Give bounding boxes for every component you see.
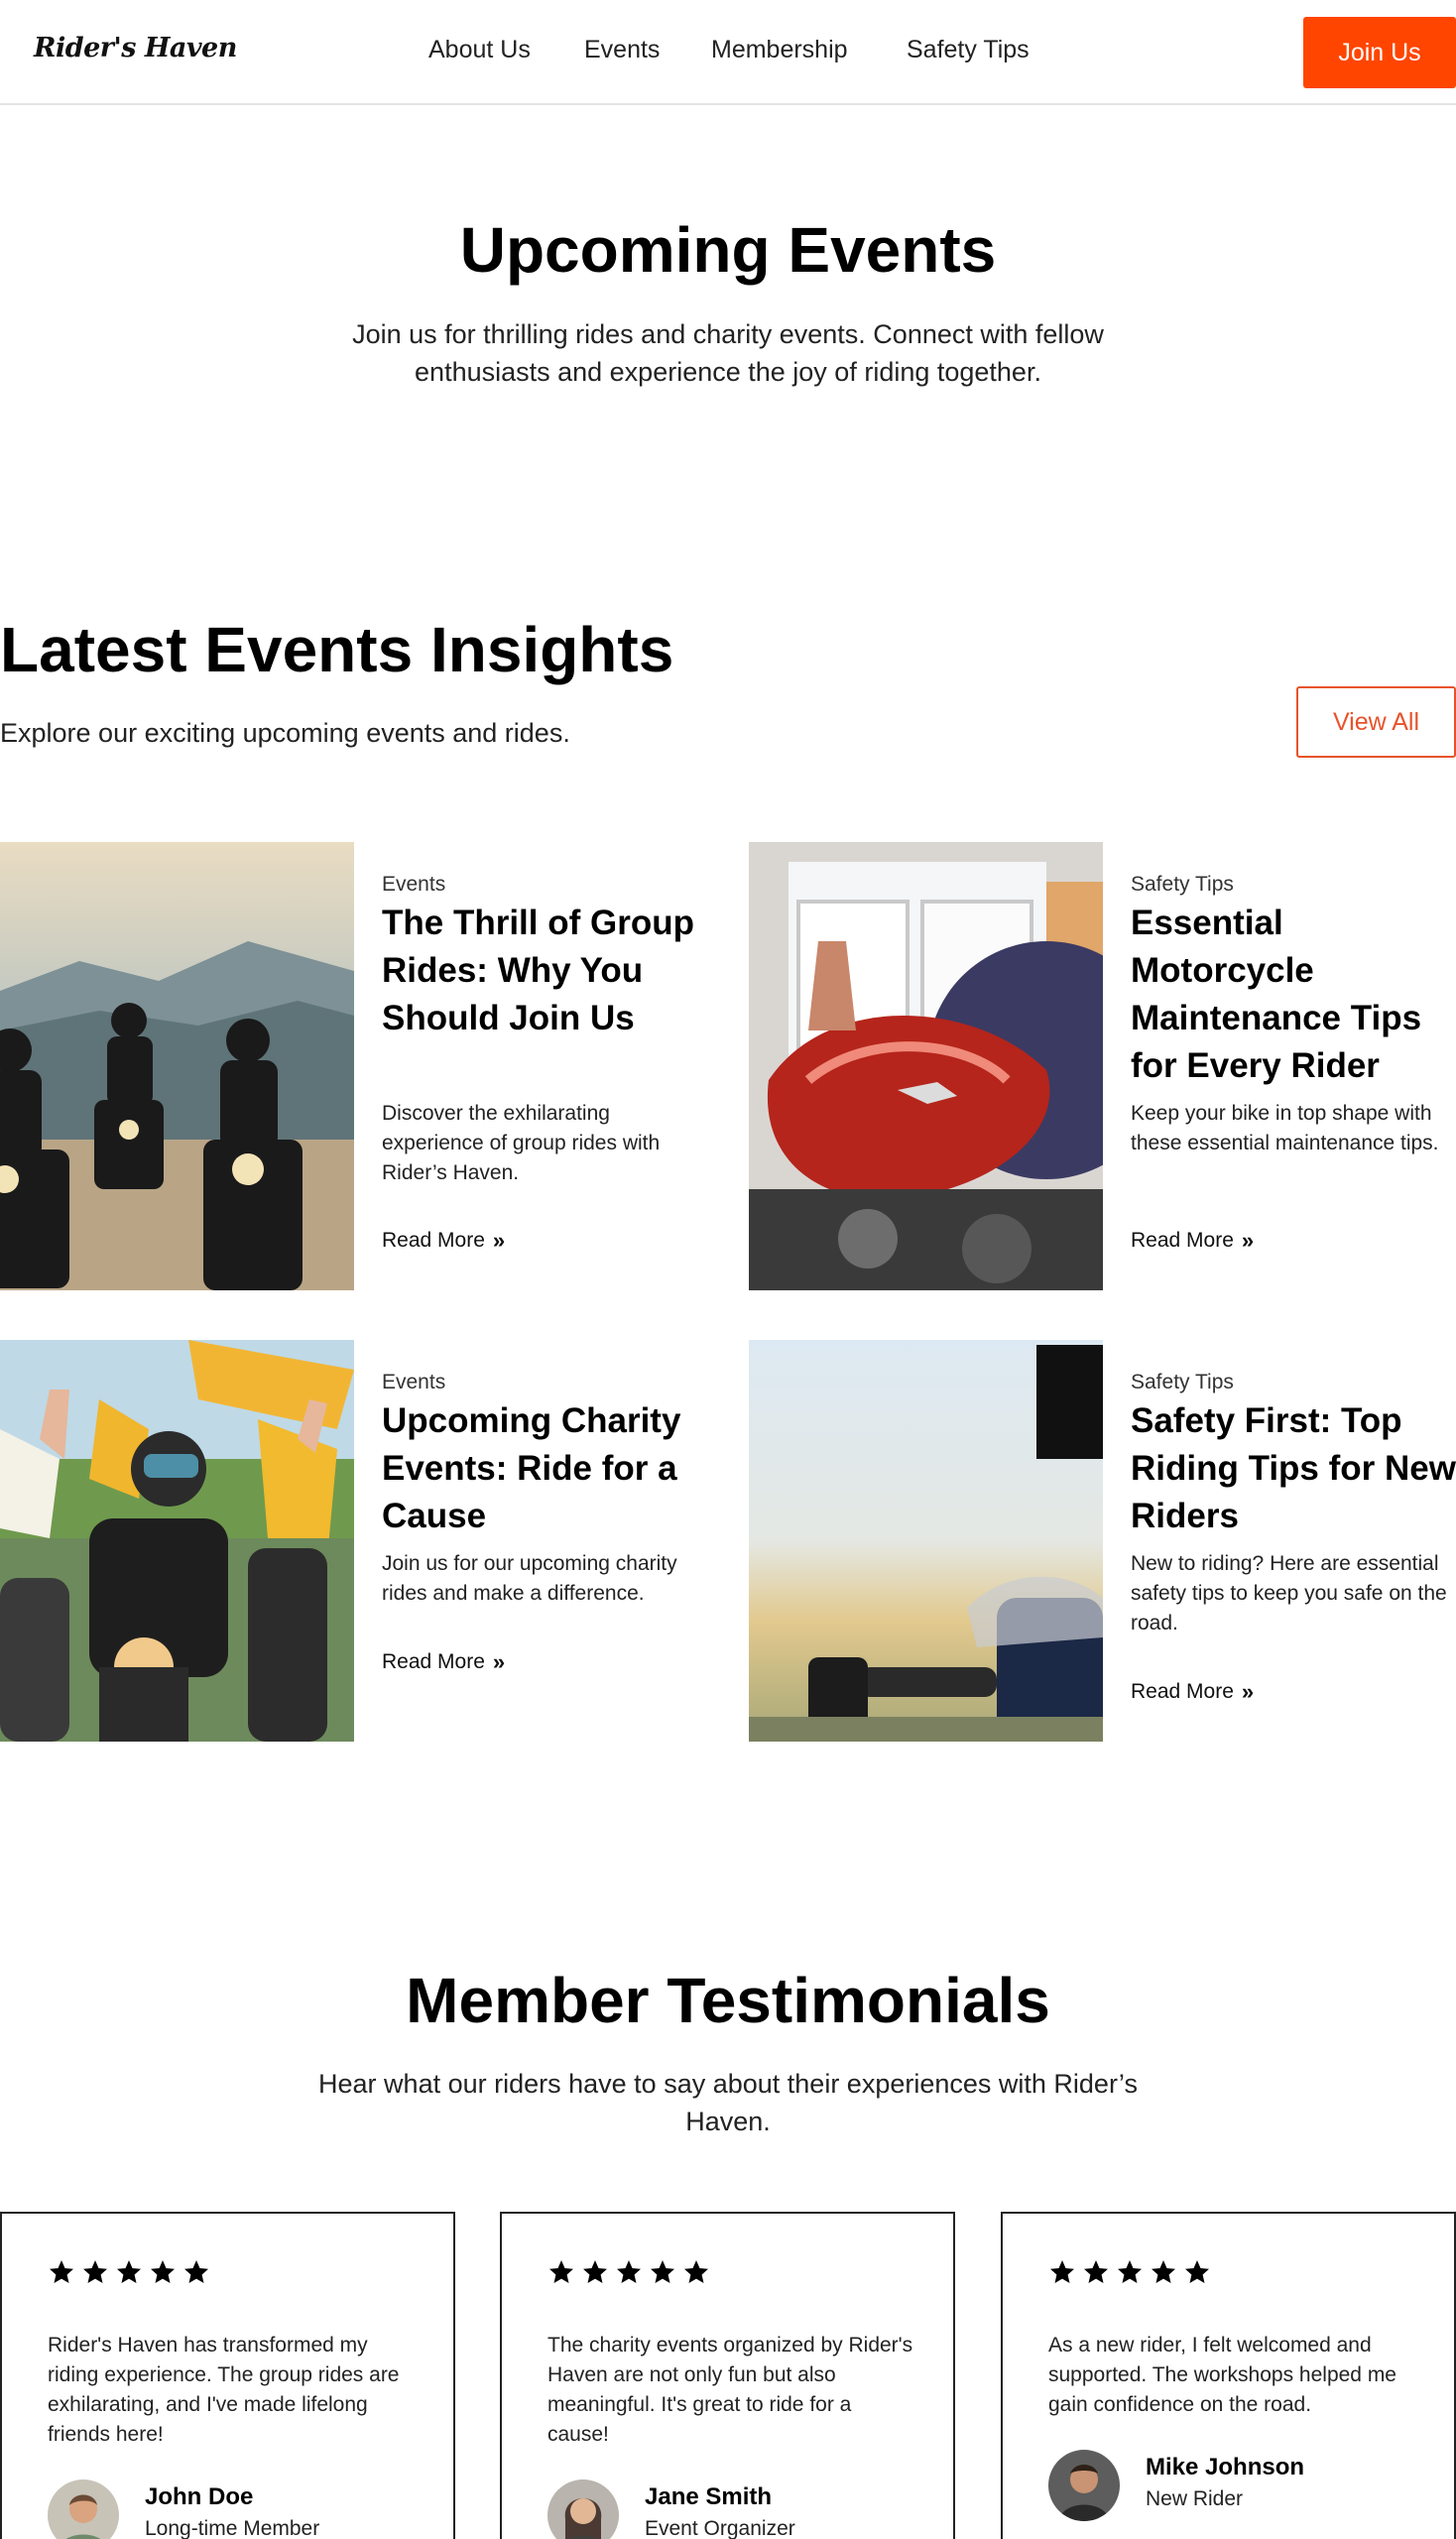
testimonial-name: John Doe xyxy=(145,2483,254,2510)
chevron-double-right-icon: » xyxy=(1241,1228,1255,1253)
star-icon xyxy=(549,2260,573,2283)
star-icon xyxy=(1185,2260,1209,2283)
testimonial-role: Event Organizer xyxy=(645,2517,795,2539)
rating-stars xyxy=(48,2258,210,2286)
testimonial-name: Jane Smith xyxy=(645,2483,773,2510)
nav-about-us[interactable]: About Us xyxy=(428,36,531,64)
site-header: Rider's Haven About Us Events Membership… xyxy=(0,0,1456,105)
read-more-link[interactable]: Read More » xyxy=(1131,1228,1254,1254)
main-nav: About Us Events Membership Safety Tips xyxy=(0,36,1456,69)
card-title[interactable]: Essential Motorcycle Maintenance Tips fo… xyxy=(1131,900,1456,1090)
chevron-double-right-icon: » xyxy=(1241,1679,1255,1704)
nav-membership[interactable]: Membership xyxy=(711,36,848,64)
star-icon xyxy=(1084,2260,1108,2283)
card-image-motorcycle-tank[interactable] xyxy=(749,842,1103,1290)
testimonial-card: As a new rider, I felt welcomed and supp… xyxy=(1001,2212,1456,2539)
star-icon xyxy=(1118,2260,1142,2283)
nav-events[interactable]: Events xyxy=(584,36,660,64)
card-description: New to riding? Here are essential safety… xyxy=(1131,1552,1447,1634)
card-title[interactable]: Upcoming Charity Events: Ride for a Caus… xyxy=(382,1397,709,1540)
card-description: Discover the exhilarating experience of … xyxy=(382,1102,661,1184)
star-icon xyxy=(583,2260,607,2283)
testimonial-role: Long-time Member xyxy=(145,2517,320,2539)
star-icon xyxy=(184,2260,208,2283)
read-more-link[interactable]: Read More » xyxy=(382,1649,505,1675)
nav-safety-tips[interactable]: Safety Tips xyxy=(907,36,1030,64)
testimonial-card: The charity events organized by Rider's … xyxy=(500,2212,955,2539)
rating-stars xyxy=(1048,2258,1211,2286)
testimonial-quote: As a new rider, I felt welcomed and supp… xyxy=(1048,2334,1396,2416)
insights-title: Latest Events Insights xyxy=(0,614,674,685)
read-more-label: Read More xyxy=(1131,1229,1234,1252)
view-all-button[interactable]: View All xyxy=(1296,686,1456,758)
star-icon xyxy=(151,2260,175,2283)
insights-subtitle: Explore our exciting upcoming events and… xyxy=(0,718,570,748)
rating-stars xyxy=(547,2258,710,2286)
star-icon xyxy=(83,2260,107,2283)
card-title[interactable]: The Thrill of Group Rides: Why You Shoul… xyxy=(382,900,709,1042)
chevron-double-right-icon: » xyxy=(492,1228,506,1253)
avatar xyxy=(547,2479,619,2539)
star-icon xyxy=(651,2260,674,2283)
avatar xyxy=(48,2479,119,2539)
read-more-label: Read More xyxy=(382,1650,485,1673)
card-image-group-ride[interactable] xyxy=(0,842,354,1290)
read-more-link[interactable]: Read More » xyxy=(382,1228,505,1254)
testimonial-quote: Rider's Haven has transformed my riding … xyxy=(48,2334,400,2446)
star-icon xyxy=(1152,2260,1175,2283)
join-us-button[interactable]: Join Us xyxy=(1303,17,1456,88)
page-title: Upcoming Events xyxy=(459,214,997,286)
card-image-motorcycle-field[interactable] xyxy=(749,1340,1103,1742)
hero-subtitle: Join us for thrilling rides and charity … xyxy=(352,319,1104,387)
card-category: Safety Tips xyxy=(1131,1371,1234,1393)
testimonials-subtitle: Hear what our riders have to say about t… xyxy=(318,2069,1138,2136)
card-category: Safety Tips xyxy=(1131,873,1234,896)
testimonial-name: Mike Johnson xyxy=(1146,2454,1305,2480)
testimonial-quote: The charity events organized by Rider's … xyxy=(547,2334,913,2446)
read-more-label: Read More xyxy=(1131,1680,1234,1703)
star-icon xyxy=(617,2260,641,2283)
star-icon xyxy=(50,2260,73,2283)
testimonial-card: Rider's Haven has transformed my riding … xyxy=(0,2212,455,2539)
read-more-link[interactable]: Read More » xyxy=(1131,1679,1254,1705)
chevron-double-right-icon: » xyxy=(492,1649,506,1674)
avatar xyxy=(1048,2450,1120,2521)
star-icon xyxy=(684,2260,708,2283)
card-category: Events xyxy=(382,873,446,896)
read-more-label: Read More xyxy=(382,1229,485,1252)
testimonial-role: New Rider xyxy=(1146,2487,1244,2510)
star-icon xyxy=(117,2260,141,2283)
card-category: Events xyxy=(382,1371,446,1393)
star-icon xyxy=(1050,2260,1074,2283)
card-title[interactable]: Safety First: Top Riding Tips for New Ri… xyxy=(1131,1397,1456,1540)
card-description: Keep your bike in top shape with these e… xyxy=(1131,1102,1439,1154)
card-description: Join us for our upcoming charity rides a… xyxy=(382,1552,677,1605)
card-image-charity-ride[interactable] xyxy=(0,1340,354,1742)
testimonials-title: Member Testimonials xyxy=(406,1965,1050,2036)
